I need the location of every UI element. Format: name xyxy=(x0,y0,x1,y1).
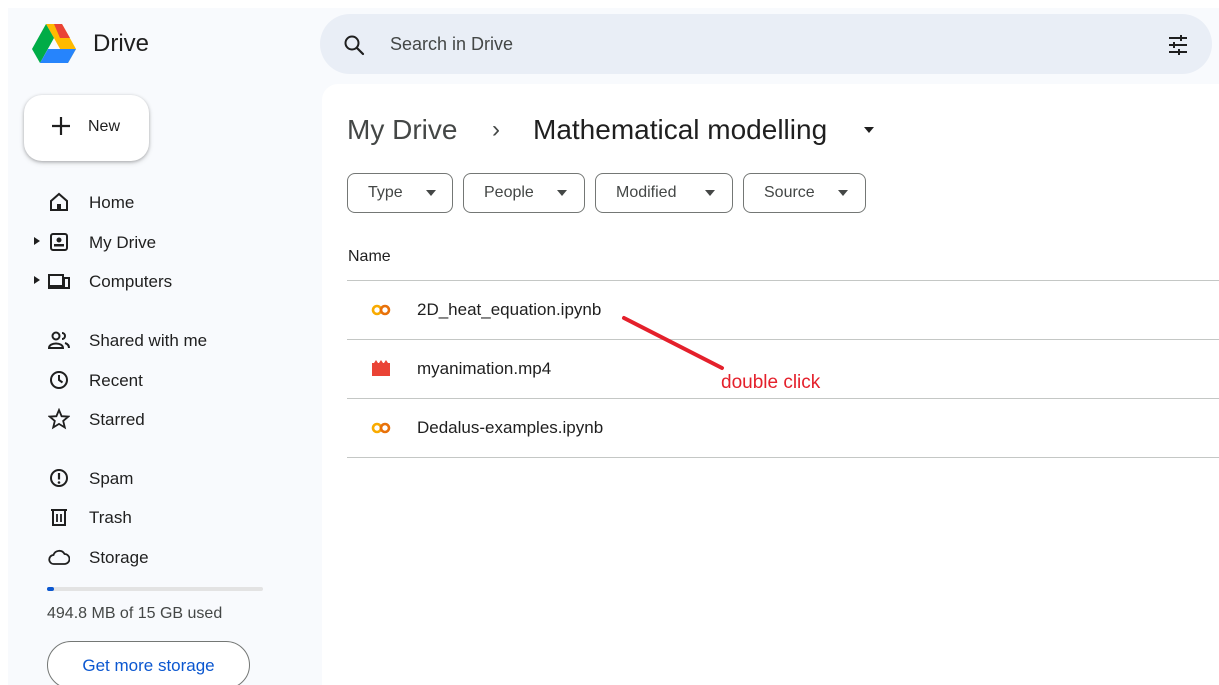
get-more-storage-button[interactable]: Get more storage xyxy=(47,641,250,685)
sidebar-item-home[interactable]: Home xyxy=(0,185,300,219)
star-icon xyxy=(48,408,70,430)
annotation-label: double click xyxy=(721,372,821,393)
file-row[interactable]: 2D_heat_equation.ipynb xyxy=(347,281,1219,339)
storage-meter xyxy=(47,587,263,591)
filter-source-chip[interactable]: Source xyxy=(743,173,866,213)
search-icon[interactable] xyxy=(342,33,366,57)
filter-people-chip[interactable]: People xyxy=(463,173,585,213)
new-button-label: New xyxy=(88,118,121,135)
sidebar-item-label: Shared with me xyxy=(89,331,208,350)
filter-modified-chip[interactable]: Modified xyxy=(595,173,733,213)
search-options-icon[interactable] xyxy=(1166,33,1190,57)
file-name: Dedalus-examples.ipynb xyxy=(417,418,604,437)
column-header-name[interactable]: Name xyxy=(348,248,391,266)
app-title: Drive xyxy=(93,30,150,57)
filter-type-chip[interactable]: Type xyxy=(347,173,453,213)
cloud-icon xyxy=(48,549,70,565)
sidebar-item-trash[interactable]: Trash xyxy=(0,500,300,534)
new-button[interactable]: New xyxy=(24,95,149,161)
storage-meter-fill xyxy=(47,587,54,591)
filter-chip-label: Source xyxy=(764,184,815,201)
spam-icon xyxy=(50,469,68,487)
plus-icon xyxy=(52,117,70,135)
file-row[interactable]: Dedalus-examples.ipynb xyxy=(347,399,1219,457)
divider xyxy=(347,457,1219,458)
expand-caret-icon[interactable] xyxy=(34,237,40,245)
chevron-down-icon xyxy=(426,190,436,196)
sidebar-item-label: Trash xyxy=(89,508,132,527)
clock-icon xyxy=(50,371,68,389)
search-bar[interactable]: Search in Drive xyxy=(320,14,1212,74)
sidebar-item-recent[interactable]: Recent xyxy=(0,363,300,397)
breadcrumb-separator-icon: › xyxy=(492,116,500,143)
sidebar-item-my-drive[interactable]: My Drive xyxy=(0,225,300,259)
sidebar-item-label: Computers xyxy=(89,272,173,291)
people-icon xyxy=(48,331,70,349)
sidebar-item-label: Home xyxy=(89,193,135,212)
trash-icon xyxy=(51,509,67,526)
video-file-icon xyxy=(372,360,390,376)
sidebar-item-starred[interactable]: Starred xyxy=(0,402,300,436)
expand-caret-icon[interactable] xyxy=(34,276,40,284)
colab-icon xyxy=(371,422,391,434)
filter-chip-label: Type xyxy=(368,184,403,201)
file-name: myanimation.mp4 xyxy=(417,359,552,378)
sidebar-item-spam[interactable]: Spam xyxy=(0,461,300,495)
storage-used-text: 494.8 MB of 15 GB used xyxy=(47,605,223,622)
computers-icon xyxy=(48,274,70,289)
drive-logo[interactable] xyxy=(30,22,78,66)
sidebar-item-label: Starred xyxy=(89,410,145,429)
file-name: 2D_heat_equation.ipynb xyxy=(417,300,602,319)
filter-chip-label: People xyxy=(484,184,534,201)
get-more-storage-label: Get more storage xyxy=(82,656,215,675)
chevron-down-icon xyxy=(838,190,848,196)
filter-chip-label: Modified xyxy=(616,184,677,201)
sidebar-item-storage[interactable]: Storage xyxy=(0,540,300,574)
chevron-down-icon xyxy=(557,190,567,196)
sidebar-item-label: Spam xyxy=(89,469,134,488)
sidebar-item-label: Recent xyxy=(89,371,143,390)
home-icon xyxy=(50,192,68,211)
folder-menu-dropdown-icon[interactable] xyxy=(863,126,875,134)
breadcrumb-current-folder[interactable]: Mathematical modelling xyxy=(533,114,827,146)
sidebar-item-computers[interactable]: Computers xyxy=(0,264,300,298)
chevron-down-icon xyxy=(705,190,715,196)
search-input[interactable]: Search in Drive xyxy=(390,34,513,55)
colab-icon xyxy=(371,304,391,316)
sidebar-item-label: Storage xyxy=(89,548,149,567)
breadcrumb-my-drive[interactable]: My Drive xyxy=(347,114,457,146)
my-drive-icon xyxy=(50,233,68,251)
sidebar-item-label: My Drive xyxy=(89,233,157,252)
sidebar-item-shared-with-me[interactable]: Shared with me xyxy=(0,323,300,357)
